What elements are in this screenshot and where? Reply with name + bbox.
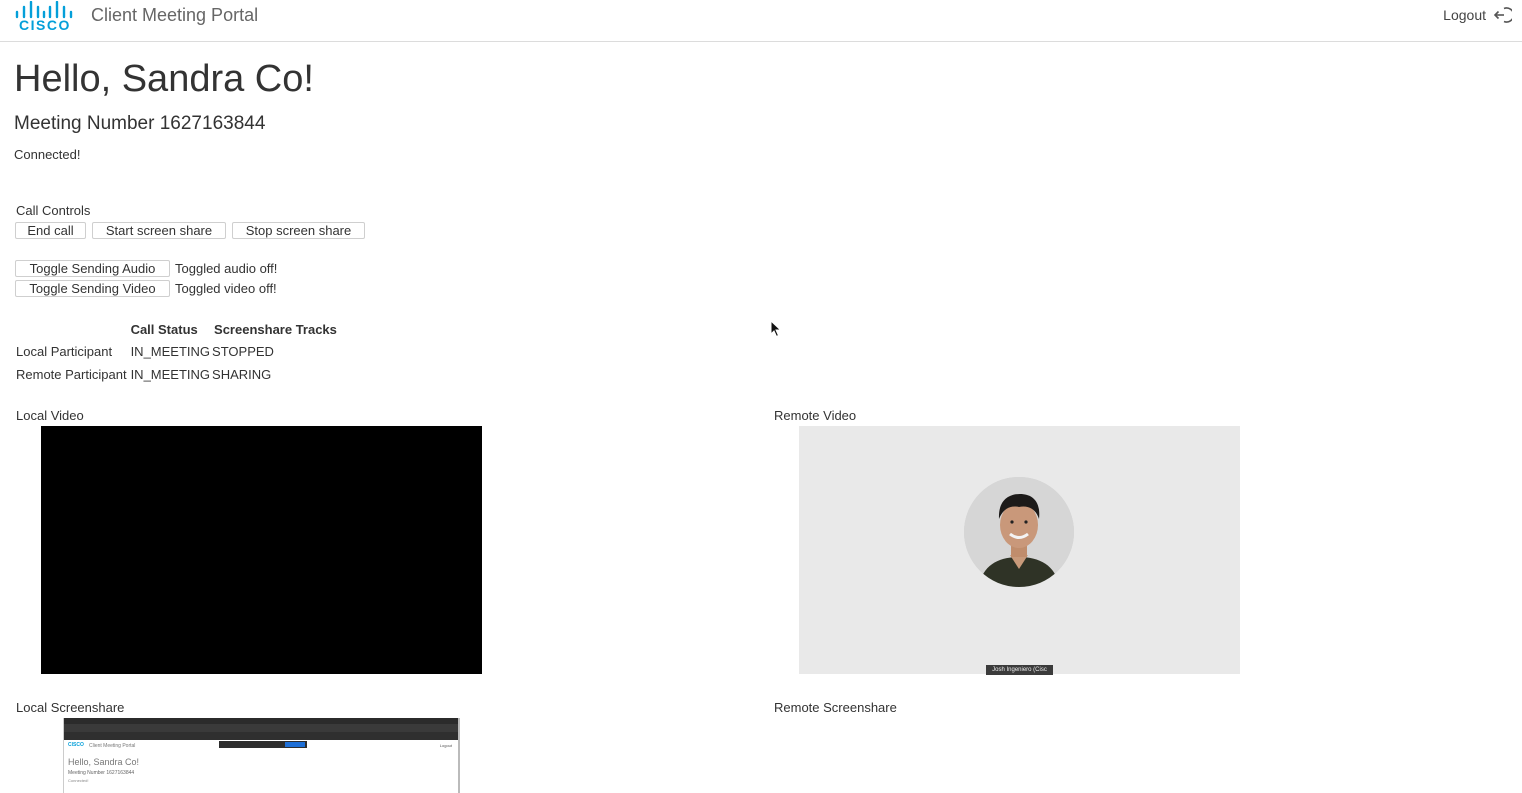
local-screenshare: CISCO Client Meeting Portal Logout Hello…	[63, 718, 460, 793]
screenshare-app-title: Client Meeting Portal	[89, 743, 136, 749]
call-controls-label: Call Controls	[16, 203, 91, 218]
remote-video-label: Remote Video	[774, 408, 857, 423]
logout-icon	[1493, 7, 1512, 23]
remote-participant-avatar	[964, 477, 1074, 587]
connection-status: Connected!	[14, 147, 81, 162]
screenshare-connection-status: Connected!	[68, 778, 89, 783]
local-video-label: Local Video	[16, 408, 84, 423]
screenshare-page: CISCO Client Meeting Portal Logout Hello…	[64, 740, 458, 793]
local-video	[41, 426, 482, 674]
remote-screenshare-label: Remote Screenshare	[774, 700, 897, 715]
toggle-video-button[interactable]: Toggle Sending Video	[15, 280, 170, 297]
toggle-audio-button[interactable]: Toggle Sending Audio	[15, 260, 170, 277]
screenshare-address-bar	[64, 732, 458, 740]
app-title: Client Meeting Portal	[91, 5, 259, 25]
remote-video: Josh Ingeniero (Cisc	[799, 426, 1240, 675]
screenshare-greeting: Hello, Sandra Co!	[68, 757, 140, 767]
start-screen-share-button[interactable]: Start screen share	[92, 222, 226, 239]
remote-participant-nameplate: Josh Ingeniero (Cisc	[986, 665, 1053, 675]
meeting-number: Meeting Number 1627163844	[14, 113, 266, 134]
app-header: CISCO Client Meeting Portal Logout	[0, 0, 1522, 42]
screenshare-cell: STOPPED	[212, 344, 274, 359]
logout-button[interactable]: Logout	[1443, 5, 1512, 25]
participant-cell: Local Participant	[16, 344, 113, 359]
screenshare-stop-sharing-button	[285, 742, 305, 747]
screenshare-logout: Logout	[439, 743, 452, 748]
video-status-text: Toggled video off!	[175, 281, 277, 296]
table-header-empty	[14, 318, 129, 340]
end-call-button[interactable]: End call	[15, 222, 86, 239]
screenshare-sharing-toast	[219, 741, 307, 748]
participant-status-table: Call Status Screenshare Tracks Local Par…	[14, 318, 342, 386]
table-row: Remote Participant IN_MEETING SHARING	[14, 363, 342, 386]
participant-cell: Remote Participant	[16, 367, 127, 382]
screenshare-logo: CISCO	[68, 742, 84, 748]
cisco-logo-text: CISCO	[19, 17, 71, 33]
table-header-screenshare-tracks: Screenshare Tracks	[214, 321, 337, 337]
table-header-call-status: Call Status	[130, 321, 198, 337]
screenshare-tabbar	[64, 724, 458, 732]
cisco-logo[interactable]: CISCO	[13, 0, 75, 36]
page-title: Hello, Sandra Co!	[14, 58, 314, 100]
mouse-cursor-icon	[770, 320, 782, 338]
screenshare-cell: SHARING	[212, 367, 272, 382]
local-screenshare-label: Local Screenshare	[16, 700, 125, 715]
audio-status-text: Toggled audio off!	[175, 261, 278, 276]
table-row: Local Participant IN_MEETING STOPPED	[14, 340, 342, 363]
table-header-row: Call Status Screenshare Tracks	[14, 318, 342, 340]
person-avatar-icon	[964, 477, 1074, 587]
call-status-cell: IN_MEETING	[130, 367, 211, 382]
logout-label: Logout	[1443, 7, 1486, 23]
screenshare-meeting-number: Meeting Number 1627163844	[68, 770, 135, 776]
stop-screen-share-button[interactable]: Stop screen share	[232, 222, 365, 239]
call-status-cell: IN_MEETING	[130, 344, 211, 359]
